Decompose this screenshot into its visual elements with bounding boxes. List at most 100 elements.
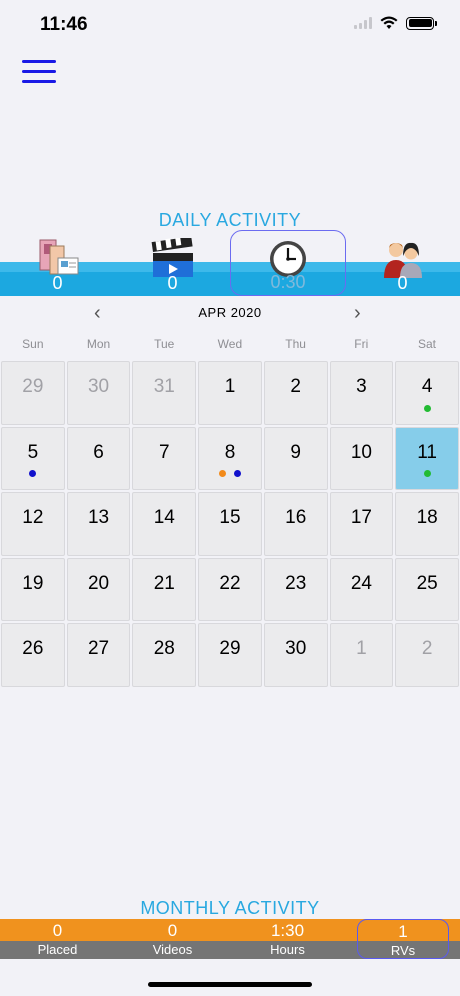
monthly-placed-item[interactable]: 0 Placed — [0, 919, 115, 959]
calendar-day[interactable]: 2 — [263, 361, 328, 425]
day-number: 20 — [87, 572, 110, 594]
calendar-day[interactable]: 15 — [198, 492, 262, 556]
activity-dots — [199, 470, 261, 477]
monthly-videos-item[interactable]: 0 Videos — [115, 919, 230, 959]
weekday-label: Fri — [354, 337, 369, 351]
day-number: 15 — [219, 507, 241, 528]
daily-videos-item[interactable]: 0 — [115, 230, 230, 296]
calendar-day[interactable]: 29 — [1, 361, 65, 425]
home-indicator — [148, 982, 312, 987]
calendar-day[interactable]: 27 — [66, 623, 131, 687]
day-number: 23 — [285, 572, 307, 594]
calendar-day[interactable]: 7 — [132, 426, 197, 490]
weekday-label: Tue — [154, 337, 175, 351]
calendar-day[interactable]: 28 — [132, 623, 197, 687]
calendar-day-today[interactable]: 11 — [395, 426, 459, 490]
monthly-rvs-value: 1 — [398, 922, 408, 941]
day-number: 3 — [356, 376, 367, 397]
calendar-day[interactable]: 24 — [329, 557, 394, 621]
calendar-day[interactable]: 30 — [66, 361, 131, 425]
calendar-day[interactable]: 23 — [263, 557, 328, 621]
battery-icon — [406, 16, 437, 30]
weekday-header: Sun Mon Tue Wed Thu Fri Sat — [0, 337, 460, 351]
calendar-day[interactable]: 2 — [395, 623, 459, 687]
daily-hours-value: 0:30 — [270, 272, 306, 292]
day-number: 30 — [285, 638, 307, 659]
day-number: 29 — [219, 638, 241, 659]
calendar-day[interactable]: 12 — [1, 492, 65, 556]
daily-hours-item[interactable]: 0:30 — [230, 230, 346, 296]
video-clapper-icon — [151, 238, 193, 277]
calendar-day[interactable]: 10 — [329, 426, 394, 490]
day-number: 28 — [153, 638, 175, 659]
activity-dots — [2, 470, 64, 477]
calendar-day[interactable]: 18 — [395, 492, 459, 556]
day-number: 18 — [416, 507, 438, 528]
calendar-day[interactable]: 17 — [329, 492, 394, 556]
activity-dot — [218, 470, 226, 477]
day-number: 12 — [22, 507, 44, 528]
monthly-rvs-item[interactable]: 1 RVs — [357, 919, 449, 959]
day-number: 6 — [93, 441, 104, 463]
day-number: 24 — [350, 572, 372, 594]
people-icon — [383, 242, 422, 278]
activity-dot — [29, 470, 37, 477]
calendar-day[interactable]: 19 — [1, 557, 65, 621]
calendar-day[interactable]: 20 — [66, 557, 131, 621]
cellular-signal-icon — [354, 17, 372, 29]
calendar-day[interactable]: 3 — [329, 361, 394, 425]
monthly-activity-title: MONTHLY ACTIVITY — [140, 898, 320, 918]
calendar-day[interactable]: 1 — [329, 623, 394, 687]
calendar-day[interactable]: 16 — [263, 492, 328, 556]
weekday-label: Sat — [417, 337, 436, 351]
calendar-day[interactable]: 1 — [198, 361, 262, 425]
calendar-day[interactable]: 21 — [132, 557, 197, 621]
calendar-day[interactable]: 26 — [1, 623, 65, 687]
calendar-day[interactable]: 8 — [198, 426, 262, 490]
day-number: 31 — [153, 376, 175, 397]
day-number: 2 — [421, 638, 433, 659]
day-number: 21 — [153, 572, 175, 594]
activity-dot — [423, 470, 431, 477]
menu-button[interactable] — [22, 60, 56, 88]
calendar-grid: 29 30 31 1 2 3 4 5 6 7 8 9 10 11 12 13 14 15 16 17 18 19 20 21 2… — [1, 361, 459, 687]
day-number: 26 — [22, 638, 44, 659]
calendar-day[interactable]: 25 — [395, 557, 459, 621]
calendar-day[interactable]: 6 — [66, 426, 131, 490]
monthly-placed-label: Placed — [37, 942, 78, 957]
day-number: 1 — [224, 376, 236, 397]
calendar-day[interactable]: 4 — [395, 361, 459, 425]
day-number: 16 — [285, 507, 307, 528]
calendar-day[interactable]: 9 — [263, 426, 328, 490]
calendar-day[interactable]: 13 — [66, 492, 131, 556]
calendar-day[interactable]: 14 — [132, 492, 197, 556]
calendar-day[interactable]: 29 — [198, 623, 262, 687]
calendar-day[interactable]: 31 — [132, 361, 197, 425]
day-number: 29 — [22, 376, 44, 397]
daily-rvs-item[interactable]: 0 — [345, 230, 460, 296]
day-number: 17 — [350, 507, 372, 528]
day-number: 19 — [22, 572, 44, 594]
monthly-videos-label: Videos — [152, 942, 193, 957]
monthly-videos-value: 0 — [167, 921, 178, 940]
day-number: 27 — [87, 638, 110, 659]
day-number: 25 — [416, 572, 438, 594]
month-label: APR 2020 — [198, 305, 262, 320]
daily-placed-value: 0 — [52, 273, 63, 293]
day-number: 9 — [290, 441, 301, 463]
weekday-label: Sun — [22, 337, 44, 351]
calendar-day[interactable]: 5 — [1, 426, 65, 490]
day-number: 1 — [356, 638, 367, 659]
month-navigation: ‹ APR 2020 › — [0, 300, 460, 326]
day-number: 13 — [87, 507, 110, 528]
next-month-chevron-icon[interactable]: › — [354, 302, 361, 325]
calendar-day[interactable]: 30 — [263, 623, 328, 687]
calendar-day[interactable]: 22 — [198, 557, 262, 621]
daily-placed-item[interactable]: 0 — [0, 230, 115, 296]
monthly-hours-item[interactable]: 1:30 Hours — [230, 919, 345, 959]
day-number: 8 — [224, 441, 236, 463]
daily-activity-title: DAILY ACTIVITY — [158, 210, 302, 230]
monthly-rvs-label: RVs — [390, 943, 416, 958]
day-number: 10 — [350, 441, 372, 463]
activity-dot — [423, 404, 431, 412]
